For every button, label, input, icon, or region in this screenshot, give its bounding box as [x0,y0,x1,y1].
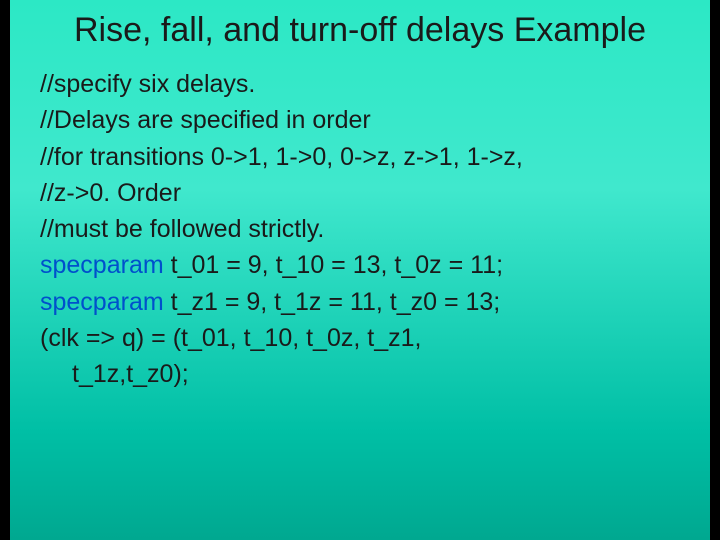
comment-line-4: //z->0. Order [40,175,690,211]
slide-body: //specify six delays. //Delays are speci… [10,62,710,392]
keyword-specparam-2: specparam [40,288,171,316]
path-delay-line-1: (clk => q) = (t_01, t_10, t_0z, t_z1, [40,320,690,356]
specparam-params-2: t_z1 = 9, t_1z = 11, t_z0 = 13; [171,288,501,316]
comment-line-3: //for transitions 0->1, 1->0, 0->z, z->1… [40,139,690,175]
comment-line-1: //specify six delays. [40,66,690,102]
comment-line-5: //must be followed strictly. [40,211,690,247]
comment-line-2: //Delays are specified in order [40,102,690,138]
specparam-line-1: specparam t_01 = 9, t_10 = 13, t_0z = 11… [40,247,690,283]
slide: Rise, fall, and turn-off delays Example … [10,0,710,540]
path-delay-line-2: t_1z,t_z0); [40,356,690,392]
slide-title: Rise, fall, and turn-off delays Example [10,10,710,62]
specparam-params-1: t_01 = 9, t_10 = 13, t_0z = 11; [171,251,503,279]
keyword-specparam-1: specparam [40,251,171,279]
specparam-line-2: specparam t_z1 = 9, t_1z = 11, t_z0 = 13… [40,284,690,320]
